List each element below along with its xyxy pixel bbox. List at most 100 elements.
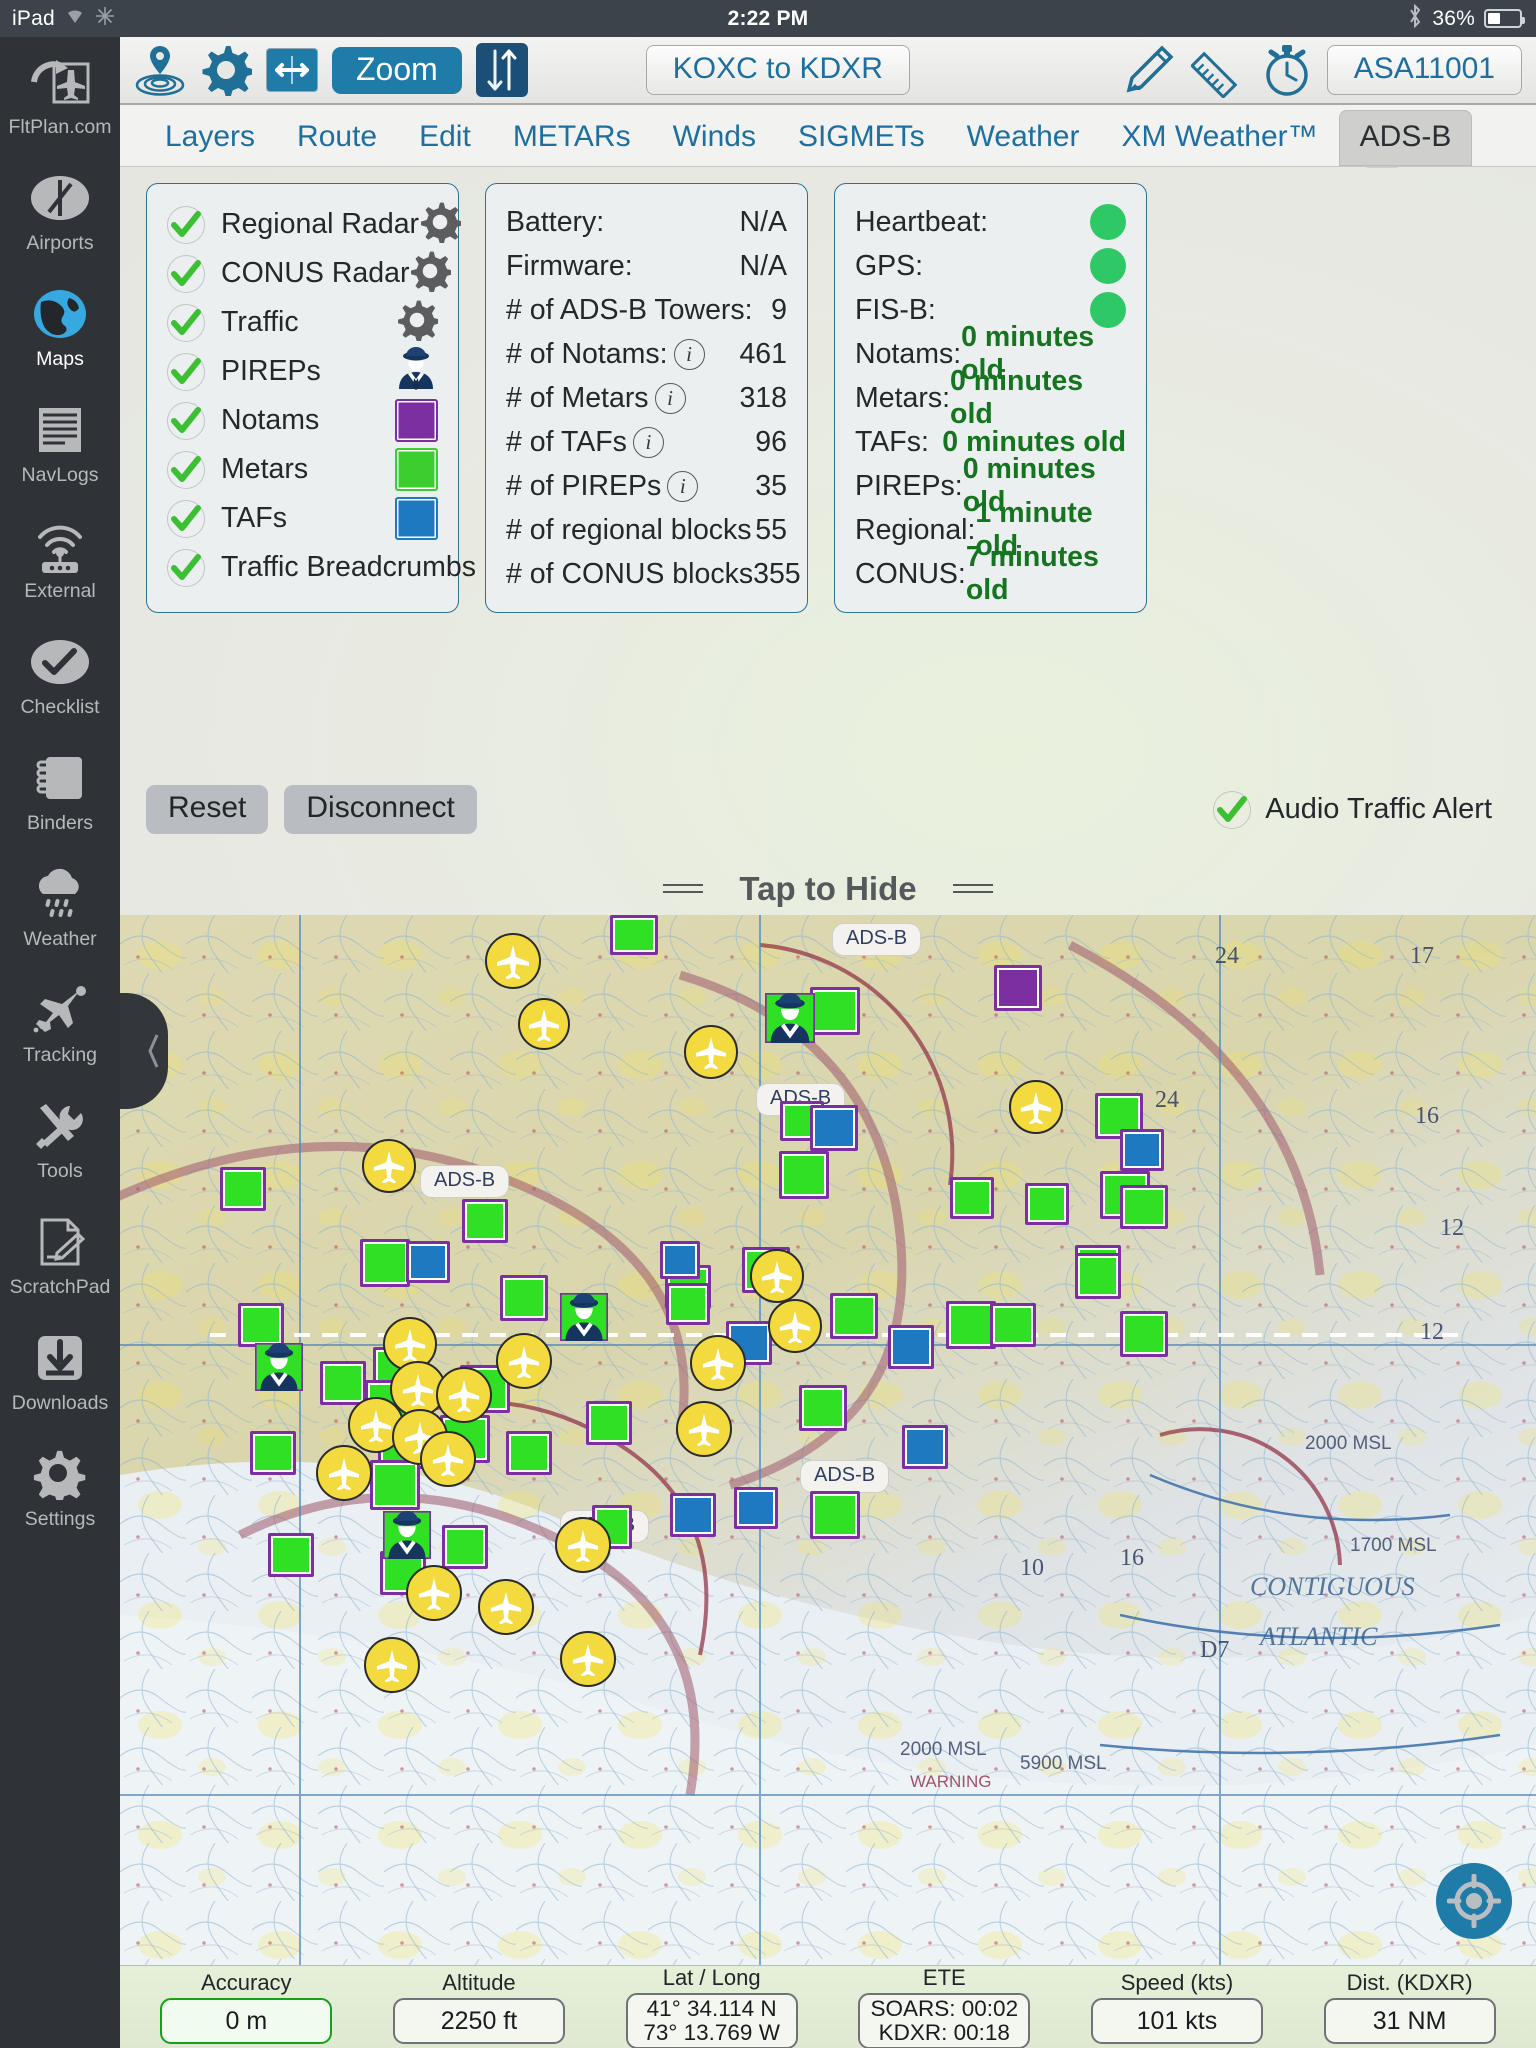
info-icon[interactable]: i <box>654 382 686 414</box>
taf-marker[interactable] <box>1120 1129 1164 1171</box>
tab-route[interactable]: Route <box>276 110 398 166</box>
sidebar-item-downloads[interactable]: Downloads <box>0 1327 120 1443</box>
info-icon[interactable]: i <box>667 470 699 502</box>
traffic-marker[interactable] <box>406 1565 462 1621</box>
traffic-marker[interactable] <box>676 1401 732 1457</box>
pirep-marker[interactable] <box>381 1509 433 1561</box>
sidebar-item-binders[interactable]: Binders <box>0 747 120 863</box>
taf-marker[interactable] <box>660 1241 700 1279</box>
route-button[interactable]: KOXC to KDXR <box>645 45 910 95</box>
sidebar-item-tracking[interactable]: Tracking <box>0 979 120 1095</box>
notams-color-swatch[interactable] <box>395 399 438 442</box>
info-icon[interactable]: i <box>632 426 664 458</box>
metar-marker[interactable] <box>220 1167 266 1211</box>
tab-layers[interactable]: Layers <box>144 110 276 166</box>
metar-marker[interactable] <box>1120 1311 1168 1357</box>
metar-marker[interactable] <box>370 1460 420 1510</box>
layer-row-metars[interactable]: Metars <box>167 445 438 494</box>
tab-winds[interactable]: Winds <box>652 110 777 166</box>
disconnect-button[interactable]: Disconnect <box>284 785 477 834</box>
pilot-icon[interactable] <box>394 347 438 396</box>
taf-marker[interactable] <box>670 1493 716 1537</box>
traffic-marker[interactable] <box>362 1139 416 1193</box>
metar-marker[interactable] <box>360 1239 410 1287</box>
metar-marker[interactable] <box>1075 1253 1121 1299</box>
tab-xm-weather[interactable]: XM Weather™ <box>1100 110 1338 166</box>
ruler-icon[interactable] <box>1190 42 1247 98</box>
checkbox-checked-icon[interactable] <box>167 352 205 391</box>
metar-marker[interactable] <box>586 1401 632 1445</box>
traffic-marker[interactable] <box>560 1631 616 1687</box>
traffic-marker[interactable] <box>768 1299 822 1353</box>
gear-icon[interactable] <box>419 201 463 248</box>
taf-marker[interactable] <box>902 1425 948 1469</box>
data-value[interactable]: 0 m <box>160 1998 333 2044</box>
layer-row-traffic[interactable]: Traffic <box>167 298 440 347</box>
taf-marker[interactable] <box>406 1241 450 1283</box>
gear-icon[interactable] <box>409 250 454 297</box>
sidebar-item-external[interactable]: External <box>0 515 120 631</box>
metar-marker[interactable] <box>950 1177 994 1219</box>
metar-marker[interactable] <box>250 1431 296 1475</box>
tab-weather[interactable]: Weather <box>946 110 1101 166</box>
notam-marker[interactable] <box>994 965 1042 1011</box>
sidebar-item-navlogs[interactable]: NavLogs <box>0 399 120 515</box>
layer-row-tafs[interactable]: TAFs <box>167 494 438 543</box>
traffic-marker[interactable] <box>518 998 570 1050</box>
sidebar-item-checklist[interactable]: Checklist <box>0 631 120 747</box>
layer-row-pireps[interactable]: PIREPs <box>167 347 438 396</box>
zoom-button[interactable]: Zoom <box>332 46 462 94</box>
sectional-map[interactable]: 24 24 17 16 12 12 16 D7 10 2000 MSL 1700… <box>120 915 1536 1965</box>
metar-marker[interactable] <box>462 1199 508 1243</box>
adsb-tower-label[interactable]: ADS-B <box>800 1460 890 1493</box>
sidebar-item-maps[interactable]: Maps <box>0 283 120 399</box>
adsb-tower-label[interactable]: ADS-B <box>832 923 922 956</box>
checkbox-checked-icon[interactable] <box>167 303 205 342</box>
location-pin-icon[interactable] <box>134 43 186 97</box>
gear-icon[interactable] <box>200 44 252 96</box>
sidebar-item-airports[interactable]: Airports <box>0 167 120 283</box>
data-value[interactable]: 2250 ft <box>392 1998 565 2044</box>
traffic-marker[interactable] <box>690 1335 746 1391</box>
layer-row-traffic-breadcrumbs[interactable]: Traffic Breadcrumbs <box>167 543 476 592</box>
checkbox-checked-icon[interactable] <box>167 450 205 489</box>
pirep-marker[interactable] <box>253 1341 305 1393</box>
tab-metars[interactable]: METARs <box>492 110 652 166</box>
metar-marker[interactable] <box>810 1491 860 1539</box>
metar-marker[interactable] <box>830 1293 878 1339</box>
tab-edit[interactable]: Edit <box>398 110 492 166</box>
traffic-marker[interactable] <box>485 933 541 989</box>
checkbox-checked-icon[interactable] <box>167 205 205 244</box>
traffic-marker[interactable] <box>496 1333 552 1389</box>
split-screen-icon[interactable] <box>266 48 318 92</box>
traffic-marker[interactable] <box>436 1367 492 1423</box>
tab-sigmets[interactable]: SIGMETs <box>777 110 946 166</box>
info-icon[interactable]: i <box>673 338 705 370</box>
metar-marker[interactable] <box>946 1301 996 1349</box>
sidebar-item-fltplan[interactable]: FltPlan.com <box>0 51 120 167</box>
layer-row-notams[interactable]: Notams <box>167 396 438 445</box>
traffic-marker[interactable] <box>750 1249 804 1303</box>
metar-marker[interactable] <box>268 1533 314 1577</box>
metar-marker[interactable] <box>1120 1185 1168 1229</box>
gear-icon[interactable] <box>396 299 440 346</box>
traffic-marker[interactable] <box>420 1431 476 1487</box>
traffic-marker[interactable] <box>316 1445 372 1501</box>
checkbox-checked-icon[interactable] <box>167 499 205 538</box>
pirep-marker[interactable] <box>763 991 817 1045</box>
metars-color-swatch[interactable] <box>395 448 438 491</box>
sidebar-item-settings[interactable]: Settings <box>0 1443 120 1559</box>
metar-marker[interactable] <box>238 1303 284 1347</box>
checkbox-checked-icon[interactable] <box>1213 790 1252 829</box>
audio-traffic-alert-toggle[interactable]: Audio Traffic Alert <box>1213 790 1510 829</box>
traffic-marker[interactable] <box>555 1517 611 1573</box>
taf-marker[interactable] <box>734 1487 778 1529</box>
tab-adsb[interactable]: ADS-B <box>1338 110 1473 166</box>
crosshair-locate-icon[interactable] <box>1436 1863 1512 1939</box>
metar-marker[interactable] <box>1025 1183 1069 1225</box>
metar-marker[interactable] <box>610 915 658 955</box>
checkbox-checked-icon[interactable] <box>167 401 205 440</box>
layer-row-regional-radar[interactable]: Regional Radar <box>167 200 463 249</box>
traffic-marker[interactable] <box>684 1025 738 1079</box>
taf-marker[interactable] <box>810 1105 858 1151</box>
